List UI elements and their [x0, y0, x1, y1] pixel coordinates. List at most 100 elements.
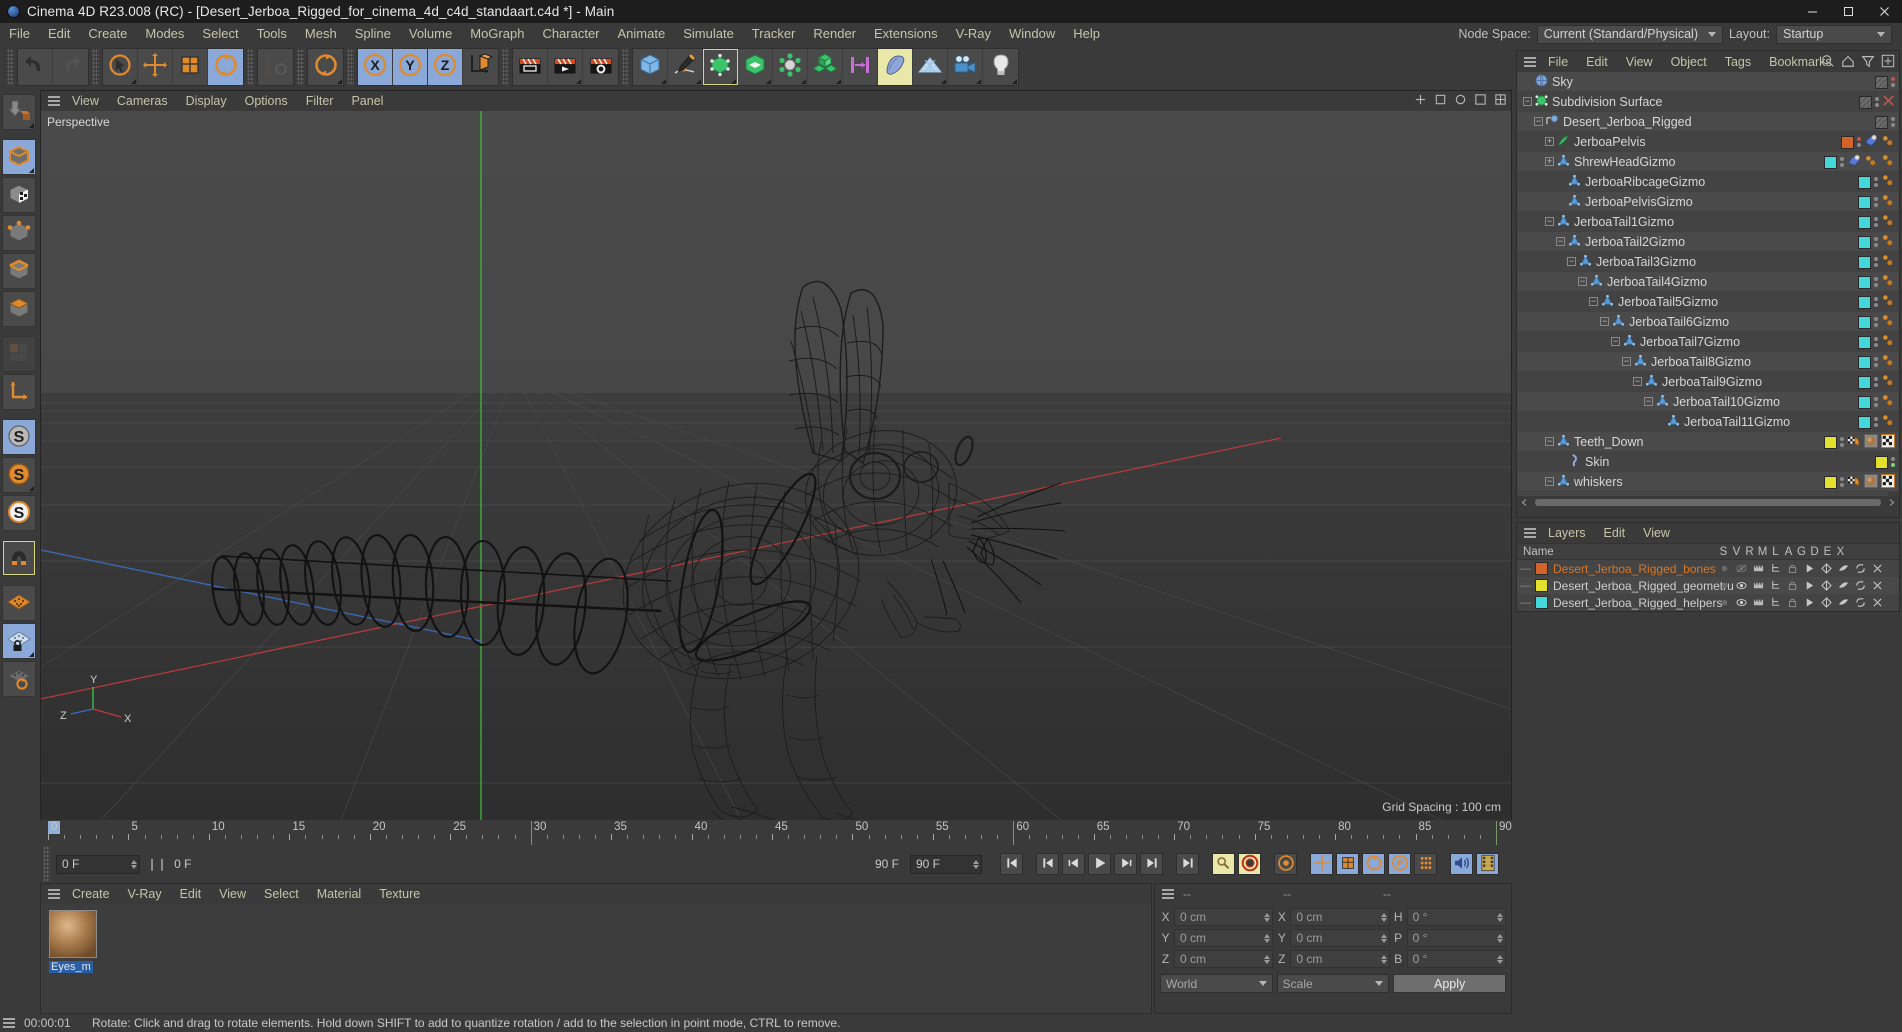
- play-button[interactable]: [1088, 853, 1111, 875]
- magnet-button[interactable]: [2, 540, 36, 576]
- visibility-dots[interactable]: [1874, 277, 1878, 287]
- size-y-input[interactable]: 0 cm: [1290, 929, 1390, 947]
- visibility-dots[interactable]: [1891, 77, 1895, 87]
- pla-key-button[interactable]: P: [1388, 853, 1411, 875]
- ik-tag-icon[interactable]: [1881, 334, 1895, 351]
- layer-color-swatch[interactable]: [1824, 435, 1837, 449]
- visibility-dots[interactable]: [1874, 217, 1878, 227]
- object-tree[interactable]: Sky − Subdivision Surface − Desert_Jerboa_Ri…: [1517, 72, 1899, 496]
- layer-color-swatch[interactable]: [1858, 175, 1871, 189]
- menu-mesh[interactable]: Mesh: [296, 23, 346, 45]
- go-to-previous-key-button[interactable]: [1036, 853, 1059, 875]
- add-spline-button[interactable]: [668, 48, 703, 85]
- menu-window[interactable]: Window: [1000, 23, 1064, 45]
- deformers-toggle[interactable]: [1835, 597, 1852, 608]
- point-level-anim-button[interactable]: [1414, 853, 1437, 875]
- filter-icon[interactable]: [1861, 54, 1875, 68]
- object-tree-row[interactable]: Sky: [1517, 72, 1899, 92]
- viewport-menu-panel[interactable]: Panel: [342, 91, 392, 111]
- manager-toggle[interactable]: [1767, 563, 1784, 574]
- object-menu-object[interactable]: Object: [1662, 52, 1716, 72]
- coordinate-system-select[interactable]: World: [1160, 974, 1273, 993]
- viewport-menu-display[interactable]: Display: [177, 91, 236, 111]
- rotation-h-input[interactable]: 0 °: [1406, 908, 1506, 926]
- position-key-button[interactable]: [1310, 853, 1333, 875]
- object-name[interactable]: ShrewHeadGizmo: [1574, 155, 1675, 169]
- layer-color-swatch[interactable]: [1859, 95, 1872, 109]
- menu-animate[interactable]: Animate: [609, 23, 675, 45]
- enable-snap-button[interactable]: S: [2, 457, 36, 493]
- solo-toggle[interactable]: [1716, 597, 1733, 608]
- tree-expand-toggle[interactable]: −: [1545, 437, 1554, 446]
- coordinate-mode-select[interactable]: Scale: [1276, 974, 1390, 993]
- step-forward-button[interactable]: [1114, 853, 1137, 875]
- solo-toggle[interactable]: [1716, 563, 1733, 574]
- render-toggle[interactable]: [1750, 597, 1767, 608]
- layer-row[interactable]: — Desert_Jerboa_Rigged_helpers: [1517, 594, 1899, 611]
- field-spinner[interactable]: [1260, 954, 1271, 964]
- preview-end-field[interactable]: 90 F: [910, 854, 982, 874]
- planar-workplane-button[interactable]: [2, 661, 36, 697]
- undo-button[interactable]: [18, 48, 53, 85]
- coordinates-menu-icon[interactable]: [1159, 887, 1177, 901]
- ik-tag-icon[interactable]: [1881, 234, 1895, 251]
- position-x-input[interactable]: 0 cm: [1174, 908, 1274, 926]
- layer-color-swatch[interactable]: [1858, 215, 1871, 229]
- object-tree-row[interactable]: − Desert_Jerboa_Rigged: [1517, 112, 1899, 132]
- object-tree-row[interactable]: − JerboaTail5Gizmo: [1517, 292, 1899, 312]
- close-button[interactable]: [1866, 0, 1902, 23]
- ik-tag-icon[interactable]: [1881, 274, 1895, 291]
- layer-color-swatch[interactable]: [1535, 562, 1548, 575]
- lock-y-button[interactable]: Y: [393, 48, 428, 85]
- rotation-key-button[interactable]: [1362, 853, 1385, 875]
- tree-expand-toggle[interactable]: −: [1534, 117, 1543, 126]
- tree-expand-toggle[interactable]: −: [1622, 357, 1631, 366]
- layer-color-swatch[interactable]: [1875, 115, 1888, 129]
- layout-select[interactable]: Startup: [1776, 24, 1892, 44]
- menu-tracker[interactable]: Tracker: [743, 23, 805, 45]
- material-list[interactable]: Eyes_m: [41, 904, 1151, 1013]
- tree-expand-toggle[interactable]: +: [1545, 137, 1554, 146]
- layer-name[interactable]: Desert_Jerboa_Rigged_helpers: [1553, 596, 1722, 610]
- field-spinner[interactable]: [1260, 933, 1271, 943]
- visibility-dots[interactable]: [1840, 477, 1844, 487]
- hscroll-thumb[interactable]: [1535, 499, 1881, 506]
- visibility-dots[interactable]: [1874, 417, 1878, 427]
- menu-spline[interactable]: Spline: [346, 23, 400, 45]
- object-name[interactable]: Teeth_Down: [1574, 435, 1644, 449]
- object-tree-row[interactable]: − JerboaTail3Gizmo: [1517, 252, 1899, 272]
- object-name[interactable]: whiskers: [1574, 475, 1623, 489]
- menu-tools[interactable]: Tools: [248, 23, 296, 45]
- add-nurbs-button[interactable]: [703, 48, 738, 85]
- animation-toggle[interactable]: [1801, 563, 1818, 574]
- layer-color-swatch[interactable]: [1858, 375, 1871, 389]
- object-name[interactable]: Skin: [1585, 455, 1609, 469]
- visible-toggle[interactable]: [1733, 597, 1750, 608]
- checker-tag-icon[interactable]: [1880, 433, 1896, 451]
- material-item[interactable]: Eyes_m: [49, 910, 97, 1013]
- object-tree-row[interactable]: − JerboaTail7Gizmo: [1517, 332, 1899, 352]
- menu-volume[interactable]: Volume: [400, 23, 461, 45]
- object-tree-hscrollbar[interactable]: [1517, 496, 1899, 509]
- protect-tag-icon[interactable]: [1881, 134, 1895, 151]
- material-menu-icon[interactable]: [45, 887, 63, 901]
- object-name[interactable]: JerboaTail9Gizmo: [1662, 375, 1762, 389]
- generators-toggle[interactable]: [1818, 563, 1835, 574]
- object-tree-row[interactable]: − Teeth_Down: [1517, 432, 1899, 452]
- rotation-b-input[interactable]: 0 °: [1406, 950, 1506, 968]
- tree-expand-toggle[interactable]: −: [1545, 477, 1554, 486]
- object-name[interactable]: JerboaRibcageGizmo: [1585, 175, 1705, 189]
- coordinate-system-button[interactable]: [463, 48, 498, 85]
- layer-color-swatch[interactable]: [1875, 75, 1888, 89]
- object-tree-row[interactable]: − Subdivision Surface: [1517, 92, 1899, 112]
- layer-color-swatch[interactable]: [1858, 335, 1871, 349]
- object-tree-row[interactable]: + JerboaPelvis: [1517, 132, 1899, 152]
- menu-file[interactable]: File: [0, 23, 39, 45]
- uv-mode-button[interactable]: [2, 336, 36, 372]
- visible-toggle[interactable]: [1733, 563, 1750, 574]
- visibility-dots[interactable]: [1874, 197, 1878, 207]
- redo-button[interactable]: [53, 48, 88, 85]
- ik-tag-icon[interactable]: [1881, 394, 1895, 411]
- object-name[interactable]: JerboaPelvisGizmo: [1585, 195, 1693, 209]
- enable-axis-button[interactable]: S: [2, 419, 36, 455]
